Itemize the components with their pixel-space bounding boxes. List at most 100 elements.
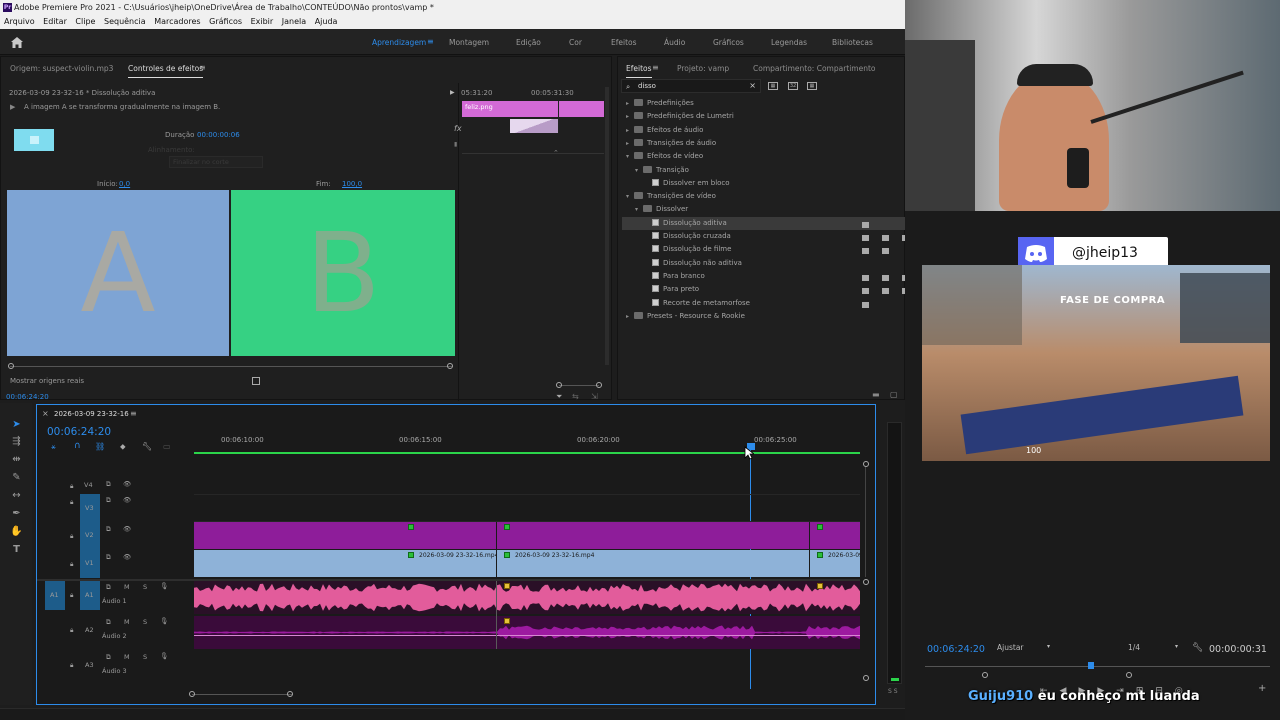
workspace-montagem[interactable]: Montagem (449, 38, 489, 47)
mini-zoom-handle-left[interactable] (556, 382, 562, 388)
nest-icon[interactable]: ⚹ (51, 442, 56, 452)
pen-tool-icon[interactable]: ✒ (10, 507, 23, 520)
v1-clip[interactable]: 2026-03-09 23-32-16.mp4 (194, 550, 498, 577)
effects-search-input[interactable]: disso (638, 82, 656, 90)
track-v1-label[interactable]: V1 (85, 559, 94, 567)
effects-tree-item[interactable]: Para preto (622, 283, 909, 296)
menu-janela[interactable]: Janela (282, 17, 306, 26)
eye-icon[interactable]: 👁︎ (123, 496, 131, 504)
solo-button[interactable]: S (143, 583, 147, 591)
clear-search-icon[interactable]: × (749, 81, 756, 90)
menu-clipe[interactable]: Clipe (75, 17, 95, 26)
panel-menu-icon[interactable]: ≡ (199, 63, 206, 72)
chevron-right-icon[interactable]: ▸ (626, 97, 634, 110)
mini-transition-block[interactable] (510, 119, 558, 133)
sync-lock-icon[interactable]: ⧉ (106, 553, 111, 562)
workspace-edicao[interactable]: Edição (516, 38, 541, 47)
wrench-icon[interactable]: 🔧︎ (142, 442, 152, 451)
lock-icon[interactable]: 🔒︎ (70, 661, 73, 670)
menu-ajuda[interactable]: Ajuda (315, 17, 338, 26)
chevron-right-icon[interactable]: ▸ (626, 124, 634, 137)
effects-tree-item[interactable]: Para branco (622, 270, 909, 283)
v1-clip[interactable]: 2026-03-09 23-32-16.mp4 (497, 550, 809, 577)
track-v2-label[interactable]: V2 (85, 531, 94, 539)
mini-play-icon[interactable]: ▶ (450, 89, 455, 96)
workspace-graficos[interactable]: Gráficos (713, 38, 744, 47)
menu-arquivo[interactable]: Arquivo (4, 17, 35, 26)
sync-lock-icon[interactable]: ⧉ (106, 653, 111, 662)
effects-search-field[interactable]: ⌕ disso × (621, 79, 761, 93)
collapse-icon[interactable]: ⌃ (553, 149, 559, 157)
work-area-bar[interactable] (194, 452, 860, 454)
chevron-down-icon[interactable]: ▾ (626, 190, 634, 203)
effects-tree-item[interactable]: Dissolução cruzada (622, 230, 909, 243)
eye-icon[interactable]: 👁︎ (123, 480, 131, 488)
effects-tree-item[interactable]: ▸ Presets - Resource & Rookie (622, 310, 907, 323)
mini-clip-feliz[interactable]: feliz.png (462, 101, 604, 117)
chevron-right-icon[interactable]: ▸ (626, 110, 634, 123)
eye-icon[interactable]: 👁︎ (123, 525, 131, 533)
edit-point[interactable] (496, 581, 497, 649)
workspace-audio[interactable]: Áudio (664, 38, 685, 47)
solo-button[interactable]: S (143, 653, 147, 661)
chevron-down-icon[interactable]: ▾ (626, 150, 634, 163)
v-scroll-handle[interactable] (863, 675, 869, 681)
track-a2-label[interactable]: A2 (85, 626, 94, 634)
chevron-down-icon[interactable]: ▾ (635, 164, 643, 177)
h-scroll-handle-left[interactable] (189, 691, 195, 697)
workspace-menu-icon[interactable]: ≡ (427, 37, 434, 46)
chevron-right-icon[interactable]: ▸ (626, 137, 634, 150)
v2-clip[interactable] (194, 522, 496, 549)
menu-marcadores[interactable]: Marcadores (154, 17, 200, 26)
v2-clip[interactable] (810, 522, 860, 549)
mute-button[interactable]: M (124, 618, 130, 626)
add-button-icon[interactable]: + (1258, 683, 1266, 694)
add-marker-icon[interactable]: ⬥ (120, 442, 126, 452)
effects-tree-item[interactable]: ▾ Transição (622, 164, 907, 177)
lock-icon[interactable]: 🔒︎ (70, 626, 73, 635)
lock-icon[interactable]: 🔒︎ (70, 482, 73, 491)
effects-menu-icon[interactable]: ≡ (652, 63, 659, 72)
effects-tree-item[interactable]: Recorte de metamorfose (622, 297, 907, 310)
effects-tree-item[interactable]: ▾ Transições de vídeo (622, 190, 907, 203)
end-value[interactable]: 100,0 (342, 180, 362, 188)
32bit-effects-icon[interactable]: 32 (788, 82, 798, 90)
microphone-icon[interactable]: 🎙︎ (160, 617, 168, 625)
snap-icon[interactable]: ∩ (74, 441, 81, 451)
v-scroll-handle[interactable] (863, 461, 869, 467)
delete-icon[interactable]: ▢ (890, 390, 898, 399)
loop-icon[interactable]: ⇆ (572, 392, 579, 401)
eye-icon[interactable]: 👁︎ (123, 553, 131, 561)
v-scrollbar[interactable] (865, 467, 866, 577)
yuv-effects-icon[interactable]: ▦ (807, 82, 817, 90)
start-value[interactable]: 0,0 (119, 180, 130, 188)
hand-tool-icon[interactable]: ✋ (10, 525, 23, 538)
type-tool-icon[interactable]: T (10, 543, 23, 556)
effects-tree-item[interactable]: ▸ Transições de áudio (622, 137, 907, 150)
workspace-cor[interactable]: Cor (569, 38, 582, 47)
tab-project[interactable]: Projeto: vamp (677, 64, 729, 73)
razor-tool-icon[interactable]: ✎ (10, 471, 23, 484)
track-v3-label[interactable]: V3 (85, 504, 94, 512)
track-a1-label[interactable]: A1 (85, 591, 94, 599)
track-v4-label[interactable]: V4 (84, 481, 93, 489)
zoom-handle-left[interactable] (982, 672, 988, 678)
lock-icon[interactable]: 🔒︎ (70, 560, 73, 569)
sequence-menu-icon[interactable]: ≡ (130, 409, 137, 418)
a1-clip[interactable] (194, 581, 860, 614)
ripple-edit-tool-icon[interactable]: ⇹ (10, 453, 23, 466)
chevron-down-icon[interactable]: ▾ (635, 203, 643, 216)
mute-button[interactable]: M (124, 653, 130, 661)
sync-lock-icon[interactable]: ⧉ (106, 496, 111, 505)
mute-button[interactable]: M (124, 583, 130, 591)
transition-slider-end-handle[interactable] (447, 363, 453, 369)
workspace-efeitos[interactable]: Efeitos (611, 38, 637, 47)
sequence-tab[interactable]: 2026-03-09 23-32-16 (54, 410, 129, 418)
zoom-handle-right[interactable] (1126, 672, 1132, 678)
new-bin-icon[interactable]: ▬ (872, 390, 880, 399)
mini-zoom-track[interactable] (559, 385, 599, 386)
tab-bin[interactable]: Compartimento: Compartimento (753, 64, 876, 73)
filter-icon[interactable]: ⏷ (556, 392, 562, 402)
menu-sequencia[interactable]: Sequência (104, 17, 146, 26)
track-a3-label[interactable]: A3 (85, 661, 94, 669)
